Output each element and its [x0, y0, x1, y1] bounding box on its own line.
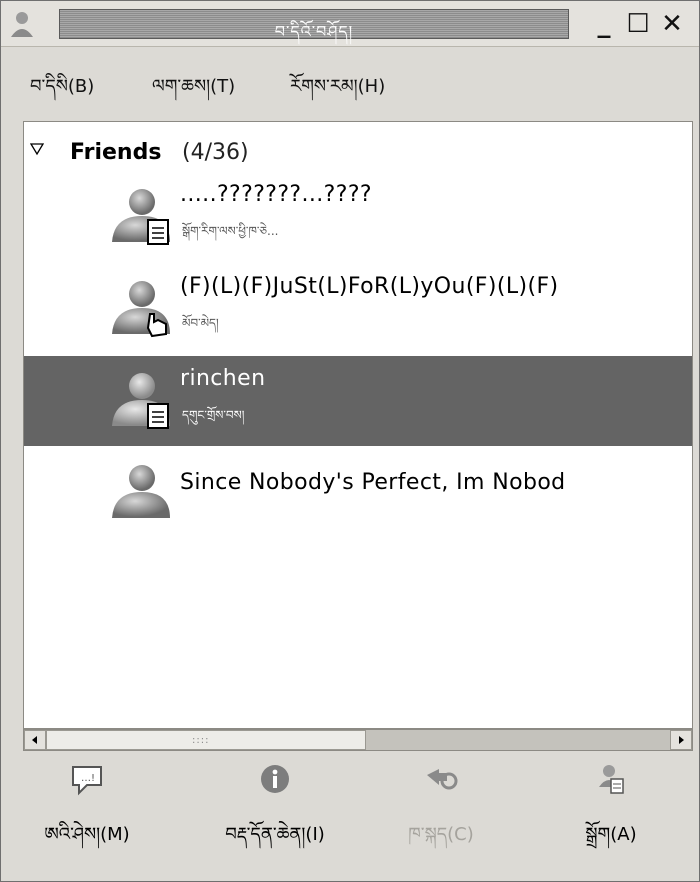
arrow-left-icon [32, 736, 37, 744]
main-window: བ་དིའོ་བཤོད། _ ☐ ✕ བ་དིསི(B) ལག་ཆས།(T) ར… [0, 0, 700, 882]
menu-tools[interactable]: ལག་ཆས།(T) [152, 67, 235, 117]
scrollbar-thumb[interactable]: :::: [46, 730, 366, 750]
get-info-label: བརྡ་དོན་ཆེན།(I) [225, 824, 325, 845]
buddy-row-selected[interactable]: rinchen དགུང་གྲོས་བས། [24, 356, 692, 446]
menu-bar: བ་དིསི(B) ལག་ཆས།(T) རོགས་རམ།(H) [2, 53, 698, 109]
chat-icon [427, 769, 458, 790]
title-bar[interactable]: བ་དིའོ་བཤོད། _ ☐ ✕ [1, 1, 699, 47]
info-icon [261, 765, 289, 793]
add-buddy-label: སྒྲོག(A) [585, 824, 637, 845]
buddy-name: .....???????...???? [180, 182, 372, 207]
buddy-name: rinchen [180, 366, 266, 391]
buddy-row[interactable]: (F)(L)(F)JuSt(L)FoR(L)yOu(F)(L)(F) མོབ་མ… [24, 264, 692, 354]
window-title-area: བ་དིའོ་བཤོད། [59, 9, 569, 41]
buddy-row[interactable]: .....???????...???? སྒོག་རིག་ལས་ཕྱི་ཁ་ཅེ… [24, 172, 692, 262]
svg-text:…!: …! [81, 773, 95, 784]
menu-buddies[interactable]: བ་དིསི(B) [30, 67, 94, 117]
arrow-right-icon [679, 736, 684, 744]
buddy-avatar-icon [112, 281, 170, 338]
chat-button[interactable]: ཁ་སྐད(C) [356, 755, 526, 865]
buddy-avatar-icon [112, 373, 170, 429]
add-buddy-icon [599, 765, 624, 794]
get-info-button[interactable]: བརྡ་དོན་ཆེན།(I) [190, 755, 360, 865]
chat-label: ཁ་སྐད(C) [408, 824, 474, 845]
action-toolbar: …! ཨའི་ཤེས།(M) བརྡ་དོན་ཆེན།(I) ཁ་སྐད(C) [2, 755, 698, 875]
buddy-row[interactable]: Since Nobody's Perfect, Im Nobod [24, 448, 692, 538]
group-header[interactable]: Friends (4/36) [24, 136, 692, 170]
buddy-list[interactable]: Friends (4/36) .....???????...???? སྒོག་… [23, 121, 693, 729]
buddy-avatar-icon [112, 189, 170, 245]
scroll-right-button[interactable] [670, 730, 692, 750]
close-button[interactable]: ✕ [655, 7, 689, 41]
buddy-status-message: སྒོག་རིག་ལས་ཕྱི་ཁ་ཅེ... [182, 224, 279, 238]
group-name: Friends [70, 140, 162, 165]
expander-arrow-icon[interactable] [30, 142, 44, 156]
buddy-status-message: དགུང་གྲོས་བས། [182, 408, 245, 422]
scrollbar-grip: :::: [192, 735, 210, 746]
buddy-name: Since Nobody's Perfect, Im Nobod [180, 470, 566, 495]
menu-help[interactable]: རོགས་རམ།(H) [290, 67, 385, 117]
group-count: (4/36) [182, 140, 249, 165]
add-buddy-button[interactable]: སྒྲོག(A) [526, 755, 696, 865]
scroll-left-button[interactable] [24, 730, 46, 750]
message-icon: …! [72, 766, 102, 796]
minimize-button[interactable]: _ [587, 7, 621, 41]
buddy-name: (F)(L)(F)JuSt(L)FoR(L)yOu(F)(L)(F) [180, 274, 559, 299]
app-icon[interactable] [7, 9, 37, 39]
buddy-avatar-icon [112, 465, 170, 518]
horizontal-scrollbar[interactable]: :::: [23, 729, 693, 751]
maximize-button[interactable]: ☐ [621, 7, 655, 41]
send-message-label: ཨའི་ཤེས།(M) [44, 824, 130, 845]
buddy-status-message: མོབ་མེད། [182, 316, 219, 330]
send-message-button[interactable]: …! ཨའི་ཤེས།(M) [2, 755, 172, 865]
